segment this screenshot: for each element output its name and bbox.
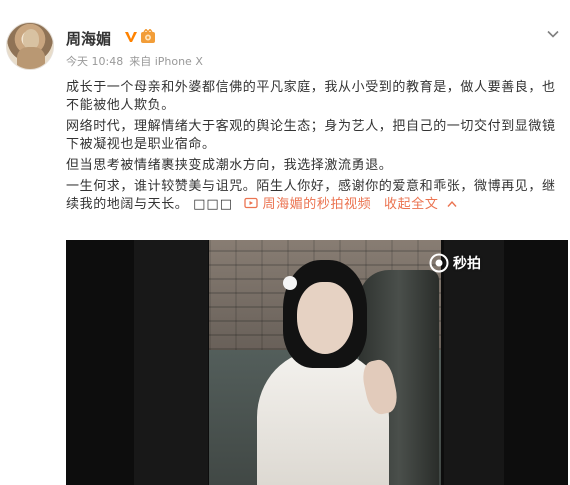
- collapse-link-label[interactable]: 收起全文: [384, 197, 438, 212]
- post-paragraph-3: 但当思考被情绪裹挟变成潮水方向，我选择激流勇退。: [66, 158, 393, 173]
- post-text: 成长于一个母亲和外婆都信佛的平凡家庭，我从小受到的教育是，做人要善良，也不能被他…: [66, 79, 562, 214]
- hair-flower: [283, 276, 297, 290]
- avatar-figure: [23, 29, 39, 49]
- weibo-post: 周海媚 今天 10:48 来自 iPhone X 成长于一个母亲和外婆都信佛的平凡…: [0, 0, 570, 485]
- camera-icon: [429, 253, 449, 273]
- chevron-up-icon: [447, 200, 457, 207]
- video-player[interactable]: 秒拍: [66, 240, 568, 485]
- video-blur-right: [444, 240, 504, 485]
- video-still[interactable]: [209, 240, 441, 485]
- post-paragraph-4: 一生何求，谁计较赞美与诅咒。陌生人你好，感谢你的爱意和乖张，微博再见，继续我的地…: [66, 178, 562, 214]
- miaopai-watermark: 秒拍: [429, 252, 481, 274]
- avatar-robe: [17, 47, 45, 69]
- post-paragraph-2: 网络时代，理解情绪大于客观的舆论生态；身为艺人，把自己的一切交付到显微镜下被凝视…: [66, 119, 556, 152]
- post-time[interactable]: 今天 10:48: [66, 55, 123, 68]
- video-link-label[interactable]: 周海媚的秒拍视频: [262, 197, 371, 212]
- face: [297, 282, 353, 354]
- level-badge-icon[interactable]: [140, 28, 156, 45]
- post-source: 来自 iPhone X: [129, 55, 203, 68]
- video-icon: [244, 197, 258, 209]
- video-link[interactable]: 周海媚的秒拍视频: [238, 197, 376, 212]
- video-blur-left: [134, 240, 208, 485]
- username[interactable]: 周海媚: [66, 28, 111, 49]
- post-paragraph-1: 成长于一个母亲和外婆都信佛的平凡家庭，我从小受到的教育是，做人要善良，也不能被他…: [66, 80, 556, 113]
- vip-v-icon: [124, 30, 138, 44]
- watermark-label: 秒拍: [453, 256, 481, 272]
- avatar[interactable]: [6, 22, 54, 70]
- missing-glyphs: □□□: [193, 197, 233, 212]
- post-meta: 今天 10:48 来自 iPhone X: [66, 53, 209, 69]
- collapse-link[interactable]: 收起全文: [384, 197, 457, 212]
- chevron-down-icon[interactable]: [546, 26, 560, 40]
